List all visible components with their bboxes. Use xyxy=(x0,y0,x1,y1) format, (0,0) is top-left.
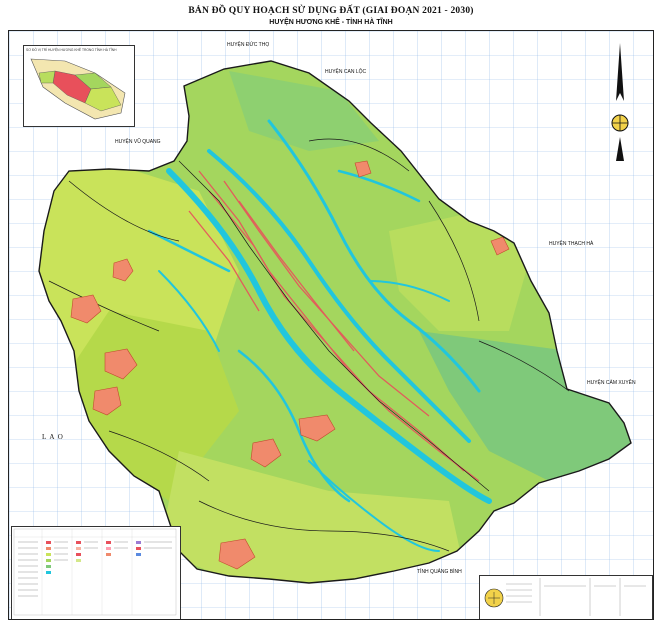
neighbor-label-west: L A O xyxy=(42,433,64,441)
map-frame: HUYỆN ĐỨC THỌ HUYỆN CAN LỘC HUYỆN VŨ QUA… xyxy=(8,30,654,620)
neighbor-label-east: HUYỆN THẠCH HÀ xyxy=(549,241,594,247)
inset-title: SƠ ĐỒ VỊ TRÍ HUYỆN HƯƠNG KHÊ TRONG TỈNH … xyxy=(26,48,117,52)
map-legend xyxy=(11,526,181,619)
info-block-graphic xyxy=(484,578,646,616)
neighbor-label-south: TỈNH QUẢNG BÌNH xyxy=(417,569,462,575)
map-title: BẢN ĐỒ QUY HOẠCH SỬ DỤNG ĐẤT (GIAI ĐOẠN … xyxy=(188,6,474,16)
map-sheet: BẢN ĐỒ QUY HOẠCH SỬ DỤNG ĐẤT (GIAI ĐOẠN … xyxy=(0,0,662,626)
map-info-block xyxy=(479,575,653,619)
neighbor-label-north-west: HUYỆN VŨ QUANG xyxy=(115,139,161,145)
map-subtitle: HUYỆN HƯƠNG KHÊ - TỈNH HÀ TĨNH xyxy=(269,19,393,26)
neighbor-label-north: HUYỆN ĐỨC THỌ xyxy=(227,42,270,48)
neighbor-label-north-east: HUYỆN CAN LỘC xyxy=(325,69,367,75)
north-arrow-icon xyxy=(611,43,629,161)
legend-graphic xyxy=(13,528,177,616)
inset-map-graphic xyxy=(30,58,126,120)
inset-location-map: SƠ ĐỒ VỊ TRÍ HUYỆN HƯƠNG KHÊ TRONG TỈNH … xyxy=(23,45,135,127)
neighbor-label-south-east: HUYỆN CẨM XUYÊN xyxy=(587,380,636,386)
